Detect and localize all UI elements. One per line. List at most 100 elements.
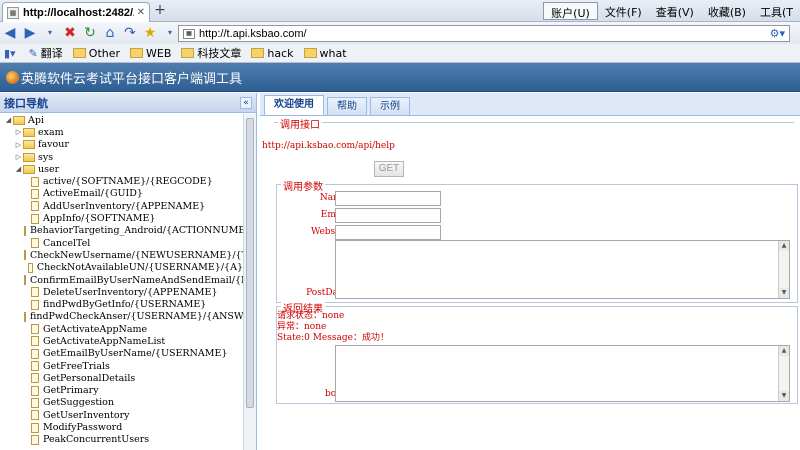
document-icon [31,361,39,372]
tree-item[interactable]: GetEmailByUserName/{USERNAME} [0,348,243,360]
menu-file[interactable]: 文件(F) [598,2,649,20]
params-section: 调用参数 Name Email Website PostData ▲ ▼ [276,178,798,303]
document-icon [31,410,39,421]
collapse-panel-icon[interactable]: « [240,96,252,109]
new-tab-icon[interactable]: + [152,3,168,19]
scroll-down-icon[interactable]: ▼ [779,288,789,298]
favorite-dropdown-icon[interactable]: ▾ [160,24,180,42]
tree-item[interactable]: BehaviorTargeting_Android/{ACTIONNUMBER} [0,225,243,237]
scroll-down-icon[interactable]: ▼ [779,391,789,401]
tree-item[interactable]: GetActivateAppNameList [0,335,243,347]
tree-item-label: findPwdCheckAnser/{USERNAME}/{ANSWER} [30,311,243,323]
stop-icon[interactable]: ✖ [60,24,80,42]
favorite-star-icon[interactable]: ★ [140,24,160,42]
main-tabs: 欢迎使用 帮助 示例 [260,93,800,116]
close-tab-icon[interactable]: ✕ [137,7,145,18]
tree-item[interactable]: AppInfo/{SOFTNAME} [0,212,243,224]
tree-folder[interactable]: ▷ favour [0,139,243,151]
menu-view[interactable]: 查看(V) [649,2,701,20]
body-scrollbar[interactable]: ▲ ▼ [778,346,789,401]
tree-item-label: GetActivateAppNameList [43,335,166,347]
folder-icon [23,140,35,150]
tree-item[interactable]: GetFreeTrials [0,360,243,372]
tab-examples[interactable]: 示例 [370,97,410,115]
tree-item[interactable]: GetPrimary [0,385,243,397]
back-arrow-icon[interactable]: ◀ [0,24,20,42]
address-bar-url[interactable]: http://t.api.ksbao.com/ [199,28,770,40]
tree-folder[interactable]: ▷ sys [0,151,243,163]
scroll-up-icon[interactable]: ▲ [779,346,789,356]
scroll-up-icon[interactable]: ▲ [779,241,789,251]
tree-item-label: AppInfo/{SOFTNAME} [43,213,156,225]
tree-item[interactable]: AddUserInventory/{APPENAME} [0,200,243,212]
home-icon[interactable]: ⌂ [100,24,120,42]
forward-arrow-icon[interactable]: ▶ [20,24,40,42]
bookmark-tech-articles[interactable]: 科技文章 [181,45,241,61]
tree-item-label: sys [38,151,54,163]
body-textarea[interactable]: ▲ ▼ [335,345,790,402]
tab-welcome[interactable]: 欢迎使用 [264,95,324,115]
document-icon [31,238,39,249]
tree-item[interactable]: GetPersonalDetails [0,372,243,384]
bookmark-web[interactable]: WEB [130,47,171,60]
postdata-scrollbar[interactable]: ▲ ▼ [778,241,789,298]
bookmark-translate[interactable]: ✎ 翻译 [29,45,63,61]
tree-item[interactable]: findPwdByGetInfo/{USERNAME} [0,298,243,310]
tree-item-label: exam [38,126,64,138]
get-button[interactable]: GET [374,161,404,177]
tree-item[interactable]: GetUserInventory [0,409,243,421]
bookmark-other[interactable]: Other [72,47,120,60]
menu-favorites[interactable]: 收藏(B) [701,2,753,20]
tree-item-label: BehaviorTargeting_Android/{ACTIONNUMBER} [30,225,243,237]
postdata-textarea[interactable]: ▲ ▼ [335,240,790,299]
address-bar[interactable]: ▦ http://t.api.ksbao.com/ ⚙▾ [178,25,790,42]
menu-tools[interactable]: 工具(T [753,2,800,20]
document-icon [24,225,26,236]
browser-tab[interactable]: ▦ http://localhost:2482/A... ✕ [2,2,150,22]
tree-folder[interactable]: ◢ user [0,163,243,175]
folder-icon [23,152,35,162]
tree-item[interactable]: ModifyPassword [0,421,243,433]
app-title: 英腾软件云考试平台接口客户端调工具 [21,71,243,87]
tab-help[interactable]: 帮助 [327,97,367,115]
history-dropdown-icon[interactable]: ▾ [40,24,60,42]
bookmark-hack[interactable]: hack [251,47,294,60]
tree-item[interactable]: CheckNewUsername/{NEWUSERNAME}/{TYPE} [0,249,243,261]
browser-tabbar: ▦ http://localhost:2482/A... ✕ + 账户(U) 文… [0,0,800,22]
tree-item[interactable]: GetActivateAppName [0,323,243,335]
website-input[interactable] [335,225,441,240]
tree-item[interactable]: ActiveEmail/{GUID} [0,188,243,200]
result-section: 返回结果 请求状态：none 异常：none State:0 Message：成… [276,300,798,404]
invoke-legend: 调用接口 [278,116,322,131]
tree-folder[interactable]: ▷ exam [0,126,243,138]
tree-item[interactable]: DeleteUserInventory/{APPENAME} [0,286,243,298]
expanded-arrow-icon[interactable]: ◢ [4,116,13,124]
tree-item-label: CheckNotAvailableUN/{USERNAME}/{A} [36,262,243,274]
tree-item[interactable]: ConfirmEmailByUserNameAndSendEmail/{EMAI… [0,274,243,286]
tree-folder[interactable]: ◢ Api [0,114,243,126]
refresh-icon[interactable]: ↻ [80,24,100,42]
tree-scrollbar-thumb[interactable] [246,118,254,408]
tree-item[interactable]: GetSuggestion [0,397,243,409]
collapsed-arrow-icon[interactable]: ▷ [14,141,23,149]
collapsed-arrow-icon[interactable]: ▷ [14,153,23,161]
site-favicon-icon: ▦ [183,28,195,39]
tree-item[interactable]: PeakConcurrentUsers [0,434,243,446]
bookmarks-menu-icon[interactable]: ▮▾ [4,47,19,60]
expanded-arrow-icon[interactable]: ◢ [14,165,23,173]
menu-account[interactable]: 账户(U) [543,2,598,20]
redo-icon[interactable]: ↷ [120,24,140,42]
tree-item-label: user [38,163,60,175]
collapsed-arrow-icon[interactable]: ▷ [14,128,23,136]
address-bar-tools-icon[interactable]: ⚙▾ [770,27,789,40]
tree-item-label: CheckNewUsername/{NEWUSERNAME}/{TYPE} [30,249,243,261]
tree-item[interactable]: CheckNotAvailableUN/{USERNAME}/{A} [0,262,243,274]
email-input[interactable] [335,208,441,223]
bookmark-what[interactable]: what [303,47,347,60]
tree-item[interactable]: active/{SOFTNAME}/{REGCODE} [0,175,243,187]
tree-item[interactable]: CancelTel [0,237,243,249]
tree-scrollbar[interactable] [243,114,256,450]
tree-item[interactable]: findPwdCheckAnser/{USERNAME}/{ANSWER} [0,311,243,323]
name-input[interactable] [335,191,441,206]
tree-item-label: ActiveEmail/{GUID} [43,188,143,200]
